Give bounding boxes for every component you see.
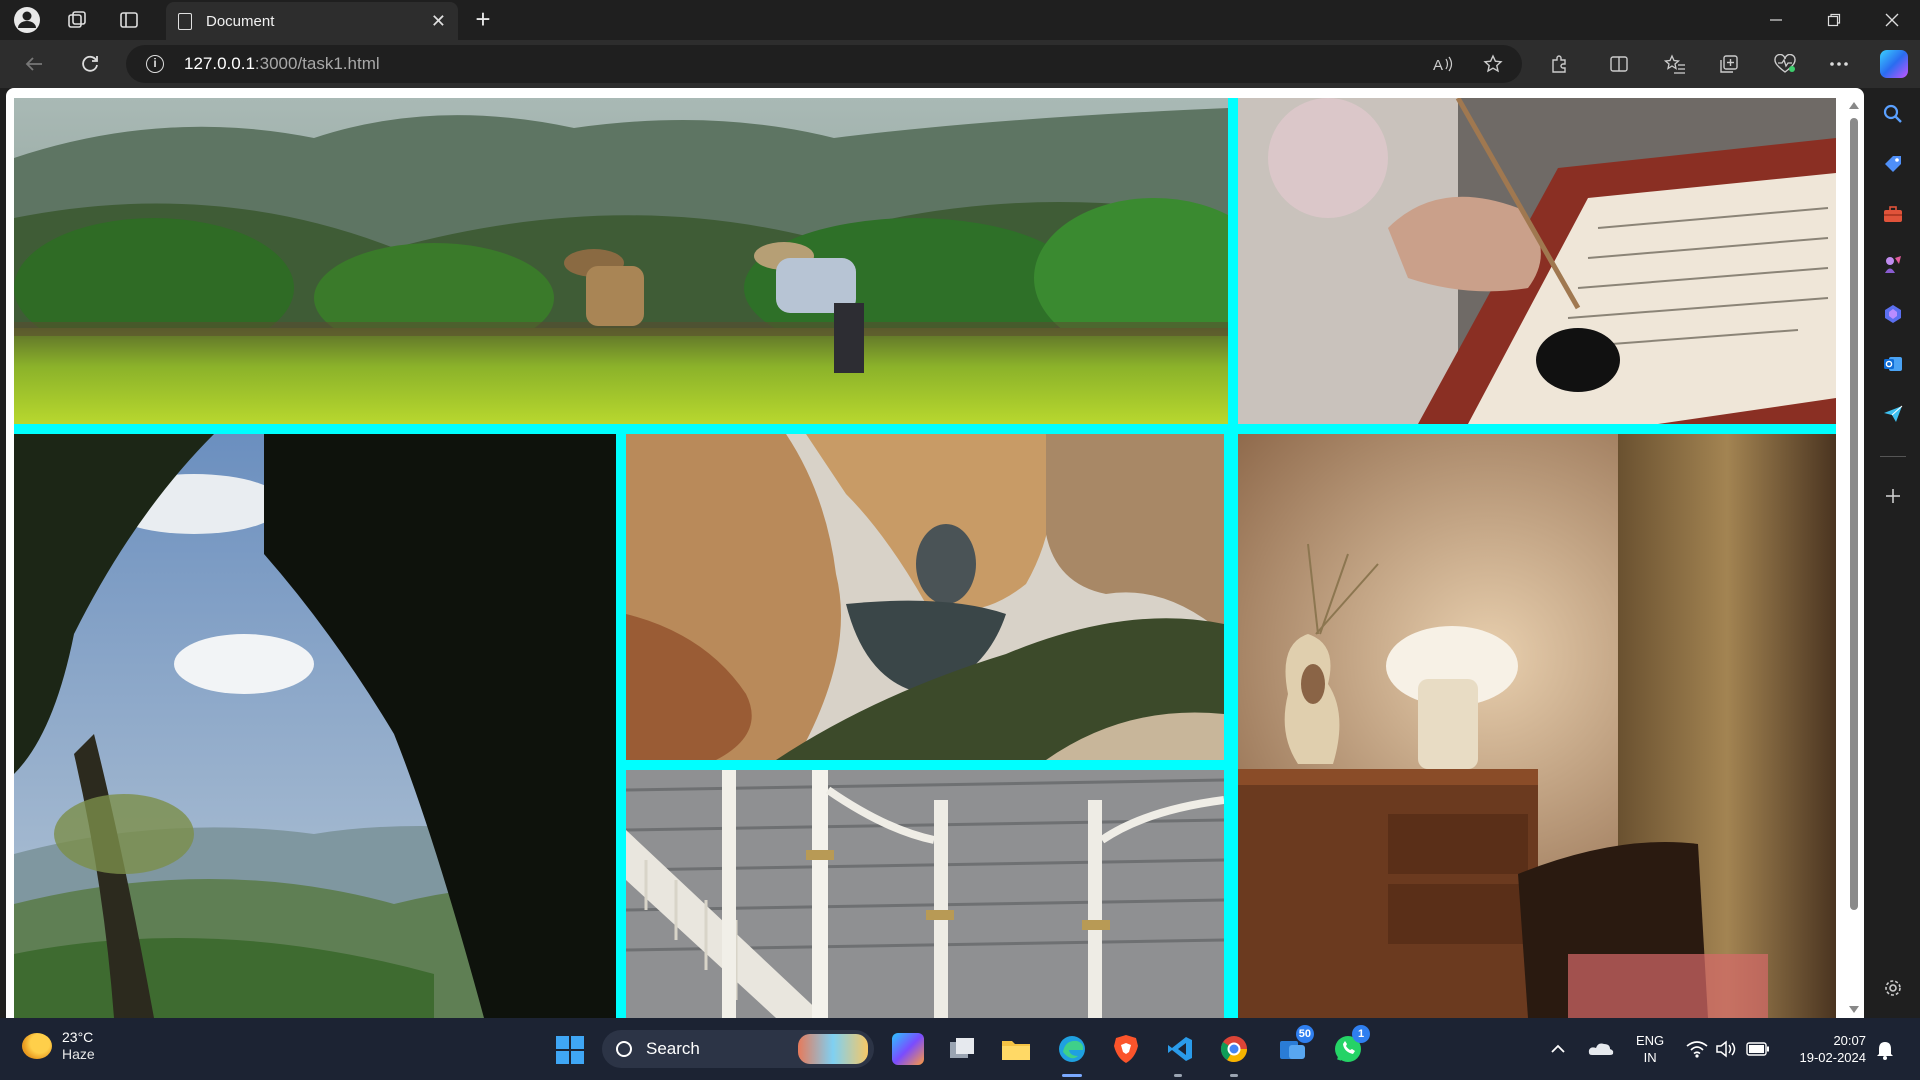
start-tile-icon — [556, 1051, 569, 1064]
split-screen-icon[interactable] — [1604, 49, 1634, 79]
browser-essentials-icon[interactable] — [1770, 49, 1800, 79]
sidebar-outlook-icon[interactable] — [1879, 350, 1907, 378]
start-tile-icon — [571, 1051, 584, 1064]
close-window-button[interactable] — [1864, 0, 1920, 40]
edge-browser-icon[interactable] — [1056, 1033, 1088, 1065]
weather-temperature: 23°C — [62, 1029, 94, 1045]
vscode-open-indicator — [1174, 1074, 1182, 1077]
read-aloud-icon[interactable]: A — [1428, 49, 1458, 79]
sidebar-add-icon[interactable] — [1879, 482, 1907, 510]
document-icon — [178, 12, 192, 30]
minimize-button[interactable] — [1748, 0, 1804, 40]
address-bar[interactable]: i 127.0.0.1:3000/task1.html — [126, 45, 1522, 83]
edge-sidebar — [1866, 88, 1920, 1018]
language-code: ENG — [1636, 1033, 1665, 1048]
onedrive-cloud-icon[interactable] — [1588, 1040, 1614, 1061]
notifications-bell-icon[interactable] — [1876, 1040, 1894, 1065]
start-tile-icon — [556, 1036, 569, 1049]
close-tab-icon[interactable]: ✕ — [431, 11, 446, 32]
calligraphy-photo — [1238, 98, 1836, 424]
browser-title-bar: Document ✕ + — [0, 0, 1920, 40]
favorites-icon[interactable] — [1660, 49, 1690, 79]
clock-date: 19-02-2024 — [1799, 1050, 1867, 1065]
search-highlight-image — [798, 1034, 868, 1064]
volume-icon[interactable] — [1716, 1040, 1738, 1063]
image-gallery-grid — [14, 98, 1836, 1018]
browser-toolbar: i 127.0.0.1:3000/task1.html A — [0, 40, 1920, 88]
weather-widget[interactable]: 23°C Haze — [22, 1029, 95, 1063]
taskbar-clock[interactable]: 20:07 19-02-2024 — [1784, 1032, 1867, 1066]
refresh-button[interactable] — [74, 49, 106, 79]
sidebar-send-icon[interactable] — [1879, 400, 1907, 428]
search-icon — [616, 1041, 632, 1057]
scroll-up-arrow-icon[interactable] — [1849, 102, 1859, 109]
clock-time: 20:07 — [1833, 1033, 1866, 1048]
more-options-icon[interactable] — [1824, 49, 1854, 79]
extensions-icon[interactable] — [1544, 49, 1574, 79]
url-host: 127.0.0.1 — [184, 54, 255, 73]
copilot-icon[interactable] — [1880, 50, 1908, 78]
start-button[interactable] — [556, 1036, 584, 1064]
brave-browser-icon[interactable] — [1110, 1033, 1142, 1065]
taskbar-search-label: Search — [646, 1039, 700, 1058]
forest-valley-photo — [14, 434, 616, 1018]
weather-haze-icon — [22, 1033, 52, 1059]
tab-title: Document — [206, 12, 275, 30]
page-viewport — [6, 88, 1864, 1018]
teams-notification-badge: 50 — [1295, 1025, 1314, 1043]
warm-lamp-room-photo — [1238, 434, 1836, 1018]
whatsapp-icon[interactable]: 1 — [1332, 1025, 1370, 1065]
sidebar-copilot-m365-icon[interactable] — [1879, 300, 1907, 328]
back-button[interactable] — [18, 49, 50, 79]
sidebar-settings-icon[interactable] — [1879, 974, 1907, 1002]
sea-cliffs-photo — [626, 434, 1224, 760]
chrome-icon[interactable] — [1218, 1033, 1250, 1065]
sidebar-divider — [1880, 456, 1906, 457]
page-scrollbar[interactable] — [1844, 98, 1864, 1018]
taskbar-search[interactable]: Search — [602, 1030, 874, 1068]
chrome-open-indicator — [1230, 1074, 1238, 1077]
sidebar-shopping-icon[interactable] — [1879, 150, 1907, 178]
input-language-indicator[interactable]: ENG IN — [1636, 1032, 1664, 1066]
task-view-icon[interactable] — [946, 1033, 978, 1065]
new-tab-button[interactable]: + — [468, 6, 498, 34]
edge-active-indicator — [1062, 1074, 1082, 1077]
url-path: :3000/task1.html — [254, 54, 380, 73]
profile-icon[interactable] — [12, 6, 42, 34]
iron-roof-photo — [626, 770, 1224, 1018]
battery-icon[interactable] — [1746, 1042, 1770, 1061]
collections-icon[interactable] — [1714, 49, 1744, 79]
weather-condition: Haze — [62, 1046, 95, 1062]
rice-farmers-photo — [14, 98, 1228, 424]
show-hidden-icons-chevron-icon[interactable] — [1550, 1040, 1570, 1060]
teams-icon[interactable]: 50 — [1276, 1025, 1314, 1065]
tab-document[interactable]: Document ✕ — [166, 2, 458, 40]
start-tile-icon — [571, 1036, 584, 1049]
file-explorer-icon[interactable] — [1000, 1033, 1032, 1065]
sidebar-search-icon[interactable] — [1879, 100, 1907, 128]
scroll-down-arrow-icon[interactable] — [1849, 1006, 1859, 1013]
windows-taskbar: 23°C Haze Search 50 1 ENG IN 20:07 19-02… — [0, 1018, 1920, 1080]
vscode-icon[interactable] — [1164, 1033, 1196, 1065]
sidebar-games-icon[interactable] — [1879, 250, 1907, 278]
language-region: IN — [1643, 1050, 1657, 1065]
sidebar-tools-icon[interactable] — [1879, 200, 1907, 228]
scrollbar-thumb[interactable] — [1850, 118, 1858, 910]
site-info-icon[interactable]: i — [146, 55, 164, 73]
svg-text:A: A — [1433, 57, 1443, 73]
wifi-icon[interactable] — [1686, 1040, 1708, 1063]
restore-button[interactable] — [1806, 0, 1862, 40]
tab-actions-icon[interactable] — [114, 6, 144, 34]
workspaces-icon[interactable] — [62, 6, 92, 34]
favorite-star-icon[interactable] — [1478, 49, 1508, 79]
whatsapp-notification-badge: 1 — [1352, 1025, 1370, 1043]
copilot-taskbar-icon[interactable] — [892, 1033, 924, 1065]
